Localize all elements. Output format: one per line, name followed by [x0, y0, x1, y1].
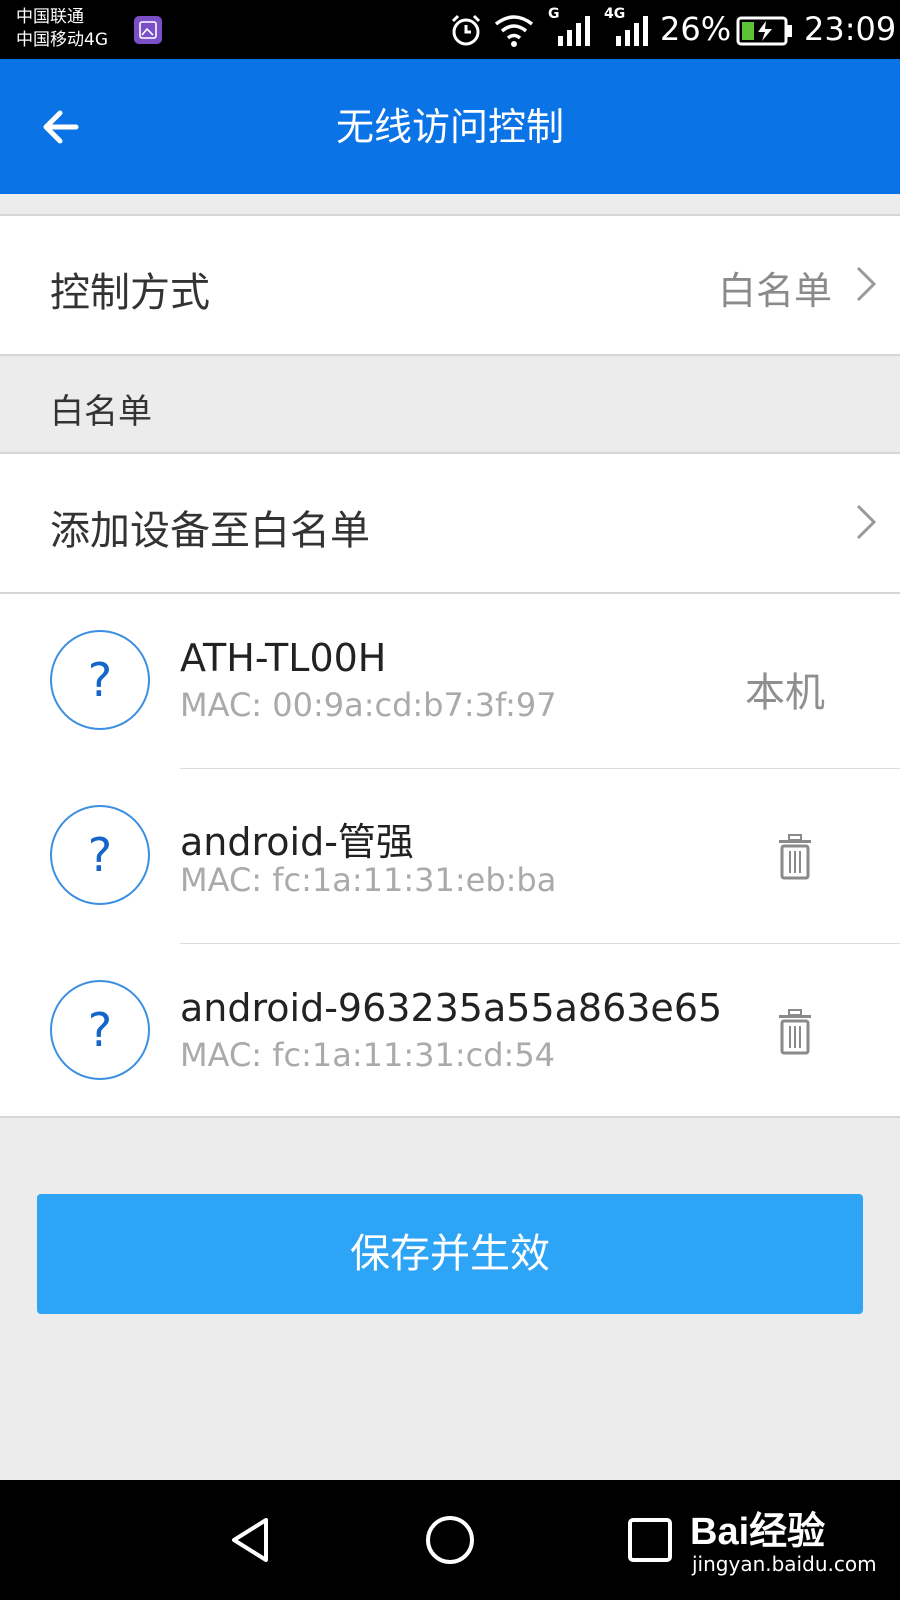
carrier-2: 中国移动4G [16, 30, 108, 50]
device-name: android-管强 [180, 820, 414, 864]
divider [180, 943, 900, 944]
clock: 23:09 [804, 10, 897, 48]
trash-icon[interactable] [775, 834, 815, 880]
this-device-badge: 本机 [745, 670, 825, 716]
home-circle-icon[interactable] [424, 1514, 476, 1566]
alarm-icon [451, 14, 481, 46]
signal-4g-icon [616, 16, 648, 46]
add-device-label: 添加设备至白名单 [50, 508, 370, 554]
control-mode-value: 白名单 [718, 269, 833, 313]
gallery-notification-icon [134, 16, 162, 44]
carrier-info: 中国联通 中国移动4G [16, 6, 108, 52]
chevron-right-icon [856, 504, 877, 540]
control-mode-row[interactable]: 控制方式 白名单 [0, 216, 900, 354]
app-bar: 无线访问控制 [0, 59, 900, 194]
trash-icon[interactable] [775, 1009, 815, 1055]
add-device-row[interactable]: 添加设备至白名单 [0, 454, 900, 592]
carrier-1: 中国联通 [16, 7, 84, 27]
watermark-brand: Bai经验 [690, 1511, 826, 1553]
battery-charging-icon [736, 16, 792, 46]
recents-square-icon[interactable] [626, 1516, 674, 1564]
device-name: ATH-TL00H [180, 636, 387, 680]
watermark-url: jingyan.baidu.com [692, 1552, 877, 1576]
divider [180, 768, 900, 769]
device-question-icon: ? [50, 630, 150, 730]
whitelist-section-header: 白名单 [0, 356, 900, 452]
device-mac: MAC: fc:1a:11:31:eb:ba [180, 861, 557, 899]
device-question-icon: ? [50, 980, 150, 1080]
device-mac: MAC: fc:1a:11:31:cd:54 [180, 1036, 556, 1074]
back-triangle-icon[interactable] [226, 1514, 274, 1566]
device-name: android-963235a55a863e65 [180, 986, 723, 1030]
battery-percent: 26% [660, 10, 732, 48]
control-mode-label: 控制方式 [50, 270, 210, 316]
save-and-apply-button[interactable]: 保存并生效 [37, 1194, 863, 1314]
device-mac: MAC: 00:9a:cd:b7:3f:97 [180, 686, 557, 724]
signal-icon [558, 16, 590, 46]
chevron-right-icon [856, 266, 877, 302]
whitelist-section-label: 白名单 [50, 392, 152, 432]
divider [0, 1116, 900, 1118]
status-bar: 中国联通 中国移动4G G 4G 26% 23:09 [0, 0, 900, 59]
device-list: ? ATH-TL00H MAC: 00:9a:cd:b7:3f:97 本机 ? … [0, 594, 900, 1116]
device-question-icon: ? [50, 805, 150, 905]
wifi-icon [494, 15, 534, 47]
page-title: 无线访问控制 [335, 105, 564, 149]
